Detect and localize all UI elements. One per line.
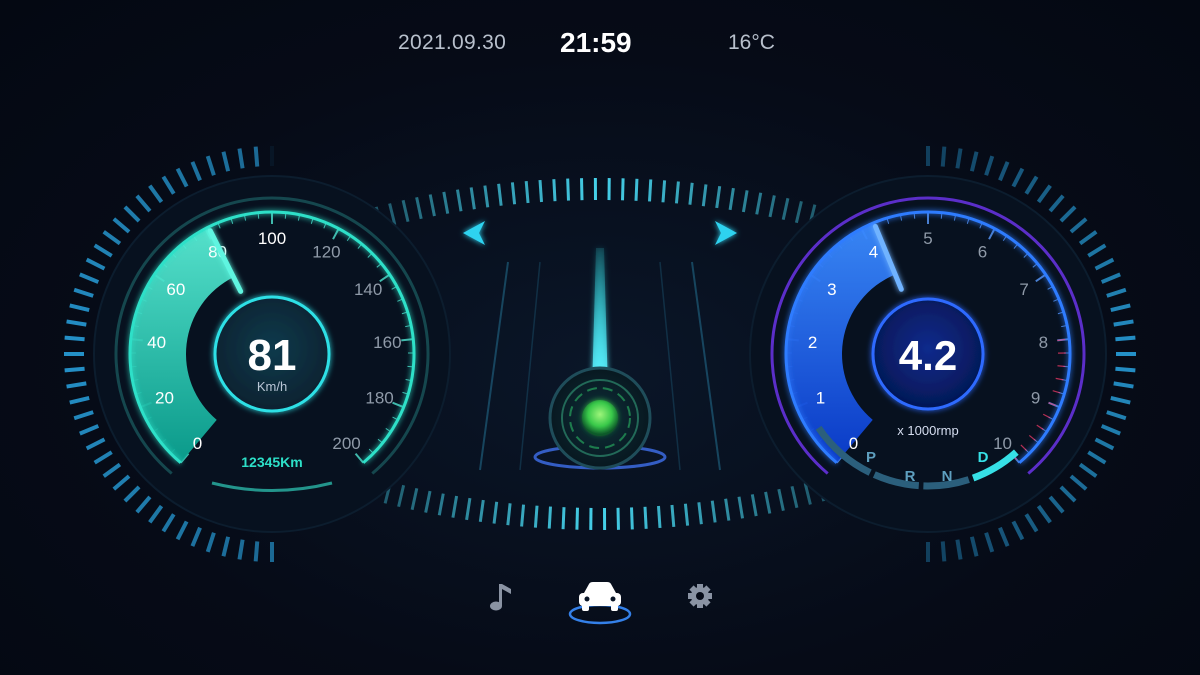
- odometer: 12345Km: [241, 454, 303, 470]
- tick-label: 8: [1039, 333, 1048, 352]
- tick-label: 2: [808, 333, 817, 352]
- speed-unit: Km/h: [257, 379, 287, 394]
- tick-label: 20: [155, 388, 174, 407]
- car-button[interactable]: [568, 575, 632, 627]
- tick-label: 9: [1031, 388, 1040, 407]
- tick-label: 7: [1019, 280, 1028, 299]
- tick-label: 5: [923, 229, 932, 248]
- settings-button[interactable]: [680, 576, 720, 616]
- dashboard-graphics: 020406080100120140160180200 81 Km/h 1234…: [64, 146, 1136, 627]
- gear-label-n: N: [942, 468, 953, 485]
- road-view: [479, 248, 721, 471]
- rpm-value: 4.2: [899, 332, 957, 379]
- tick-label: 40: [147, 333, 166, 352]
- gear-label-p: P: [866, 449, 876, 466]
- tick-label: 120: [312, 243, 340, 262]
- car-position-dot: [582, 400, 618, 436]
- right-turn-signal-icon: [715, 221, 737, 245]
- music-button[interactable]: [480, 578, 520, 618]
- rpm-unit: x 1000rmp: [897, 423, 958, 438]
- tick-label: 140: [354, 280, 382, 299]
- tick-label: 4: [869, 243, 878, 262]
- gear-icon: [688, 584, 712, 608]
- gear-label-d: D: [978, 449, 989, 466]
- gear-label-r: R: [905, 468, 916, 485]
- speed-value: 81: [248, 331, 297, 380]
- tick-label: 180: [365, 388, 393, 407]
- tick-label: 60: [166, 280, 185, 299]
- tick-label: 200: [332, 434, 360, 453]
- tick-label: 10: [993, 434, 1012, 453]
- left-turn-signal-icon: [463, 221, 485, 245]
- tick-label: 0: [193, 434, 202, 453]
- tick-label: 3: [827, 280, 836, 299]
- tick-label: 100: [258, 229, 286, 248]
- tick-label: 160: [373, 333, 401, 352]
- tick-label: 0: [849, 434, 858, 453]
- tachometer: 0 1 2 3 4 5 6 7 8 9 10 4.2 x 1000rmp P R N D: [749, 175, 1107, 533]
- tick-label: 6: [978, 243, 987, 262]
- tick-label: 1: [816, 388, 825, 407]
- speedometer: 020406080100120140160180200 81 Km/h 1234…: [93, 175, 451, 533]
- dashboard: 2021.09.30 21:59 16°C 0 20 40 60 80 100 …: [0, 0, 1200, 675]
